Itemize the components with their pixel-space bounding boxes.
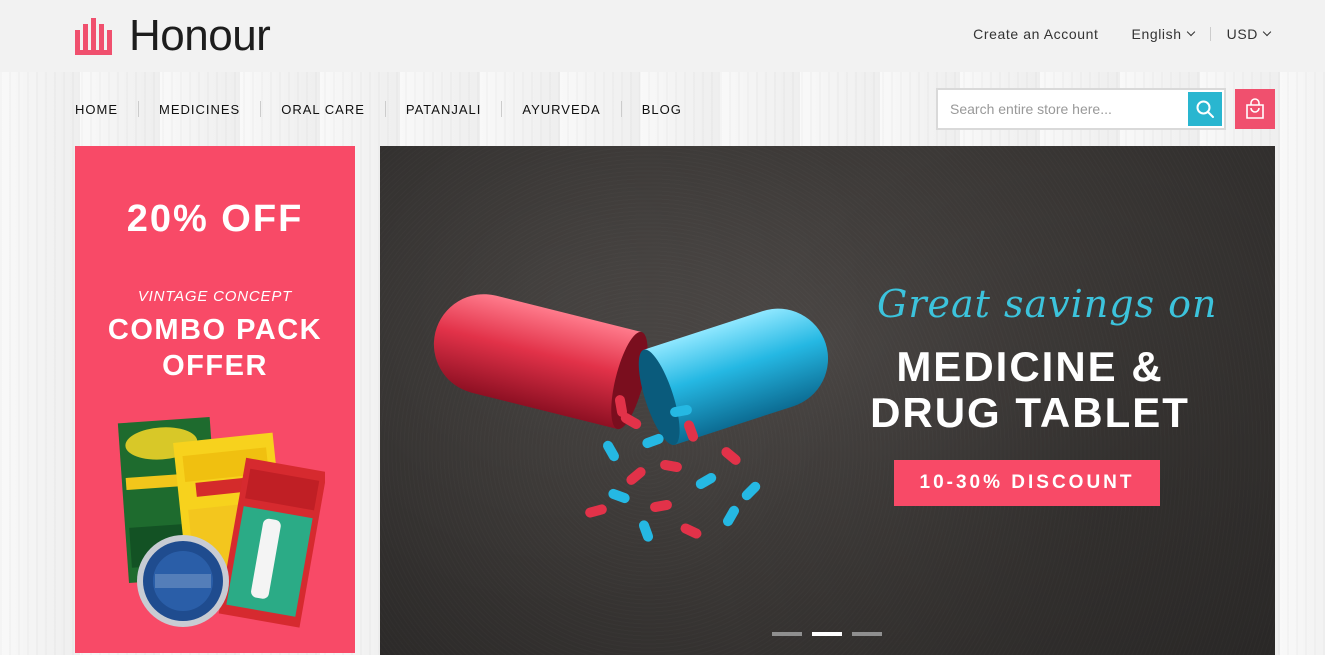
- logo[interactable]: Honour: [75, 11, 271, 60]
- promo-title: COMBO PACK OFFER: [75, 312, 355, 384]
- language-selector[interactable]: English: [1131, 26, 1195, 42]
- promo-title-line2: OFFER: [162, 350, 268, 382]
- nav-divider: [620, 101, 622, 117]
- slider-dot-1[interactable]: [772, 632, 802, 636]
- search-input[interactable]: [938, 90, 1188, 128]
- discount-button[interactable]: 10-30% DISCOUNT: [894, 460, 1160, 506]
- slide-title: MEDICINE & DRUG TABLET: [850, 344, 1210, 436]
- product-pack-image: [117, 416, 325, 628]
- currency-label: USD: [1226, 26, 1258, 42]
- top-links-divider: [1209, 27, 1211, 41]
- slide-tagline: Great savings on: [877, 282, 1218, 326]
- top-bar: Honour Create an Account English USD: [0, 0, 1325, 72]
- nav-divider: [501, 101, 503, 117]
- nav-item-home[interactable]: HOME: [75, 102, 118, 117]
- slide-title-line1: MEDICINE &: [896, 343, 1164, 390]
- nav-item-patanjali[interactable]: PATANJALI: [406, 102, 481, 117]
- shopping-bag-icon: [1246, 98, 1264, 119]
- language-label: English: [1131, 26, 1182, 42]
- combo-offer-banner[interactable]: 20% OFF VINTAGE CONCEPT COMBO PACK OFFER: [75, 146, 355, 653]
- chevron-down-icon: [1262, 27, 1272, 37]
- slider-dot-2[interactable]: [812, 632, 842, 636]
- top-links: Create an Account English USD: [973, 26, 1272, 42]
- search-icon: [1196, 100, 1214, 118]
- nav-divider: [260, 101, 262, 117]
- hero-slider[interactable]: Great savings on MEDICINE & DRUG TABLET …: [380, 146, 1275, 655]
- capsule-pills-image: [433, 294, 829, 542]
- slide-title-line2: DRUG TABLET: [870, 389, 1190, 436]
- create-account-link[interactable]: Create an Account: [973, 26, 1098, 42]
- nav-item-ayurveda[interactable]: AYURVEDA: [522, 102, 600, 117]
- search-button[interactable]: [1188, 92, 1222, 126]
- chevron-down-icon: [1186, 27, 1195, 37]
- promo-discount: 20% OFF: [126, 198, 304, 240]
- nav-item-blog[interactable]: BLOG: [642, 102, 682, 117]
- slider-pagination: [772, 632, 892, 636]
- brand-name: Honour: [129, 11, 271, 60]
- promo-subtitle: VINTAGE CONCEPT: [137, 288, 293, 305]
- nav-item-medicines[interactable]: MEDICINES: [159, 102, 240, 117]
- promo-title-line1: COMBO PACK: [107, 314, 323, 346]
- crown-logo-icon: [75, 18, 112, 55]
- search-box: [936, 88, 1226, 130]
- nav-item-oral-care[interactable]: ORAL CARE: [281, 102, 365, 117]
- slider-dot-3[interactable]: [852, 632, 882, 636]
- nav-divider: [138, 101, 139, 117]
- main-nav: HOME MEDICINES ORAL CARE PATANJALI AYURV…: [75, 101, 682, 117]
- currency-selector[interactable]: USD: [1226, 26, 1272, 42]
- nav-divider: [384, 101, 386, 117]
- cart-button[interactable]: [1235, 89, 1275, 129]
